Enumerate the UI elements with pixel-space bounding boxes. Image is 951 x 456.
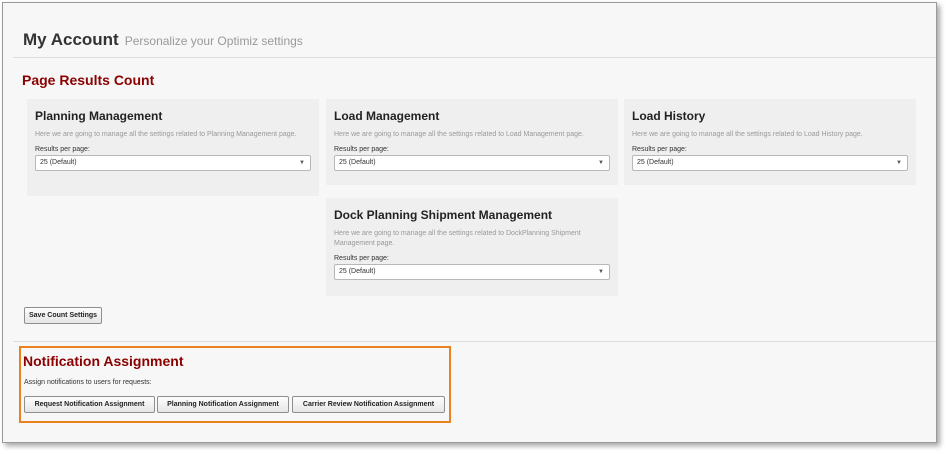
app-window: My Account Personalize your Optimiz sett… xyxy=(2,2,937,443)
results-per-page-select[interactable]: 25 (Default) ▼ xyxy=(632,155,908,171)
notification-description: Assign notifications to users for reques… xyxy=(24,379,152,386)
results-per-page-label: Results per page: xyxy=(334,146,389,153)
select-value: 25 (Default) xyxy=(339,268,376,275)
carrier-review-notification-assignment-button[interactable]: Carrier Review Notification Assignment xyxy=(292,396,445,413)
card-description: Here we are going to manage all the sett… xyxy=(632,131,863,138)
card-load-management: Load Management Here we are going to man… xyxy=(326,99,618,185)
chevron-down-icon: ▼ xyxy=(299,160,305,166)
chevron-down-icon: ▼ xyxy=(598,160,604,166)
select-value: 25 (Default) xyxy=(40,159,77,166)
chevron-down-icon: ▼ xyxy=(896,160,902,166)
card-description: Here we are going to manage all the sett… xyxy=(35,131,297,138)
select-value: 25 (Default) xyxy=(637,159,674,166)
page-title: My Account xyxy=(23,30,119,49)
card-load-history: Load History Here we are going to manage… xyxy=(624,99,916,185)
card-description: Here we are going to manage all the sett… xyxy=(334,230,581,247)
card-title: Dock Planning Shipment Management xyxy=(334,208,553,222)
card-description: Here we are going to manage all the sett… xyxy=(334,131,584,138)
results-per-page-select[interactable]: 25 (Default) ▼ xyxy=(35,155,311,171)
chevron-down-icon: ▼ xyxy=(598,269,604,275)
save-count-settings-button[interactable]: Save Count Settings xyxy=(24,307,103,324)
page-subtitle: Personalize your Optimiz settings xyxy=(124,34,303,48)
select-value: 25 (Default) xyxy=(339,159,376,166)
request-notification-assignment-button[interactable]: Request Notification Assignment xyxy=(24,396,155,413)
page-results-title: Page Results Count xyxy=(22,72,155,88)
card-title: Load Management xyxy=(334,109,440,123)
results-per-page-select[interactable]: 25 (Default) ▼ xyxy=(334,264,610,280)
results-per-page-select[interactable]: 25 (Default) ▼ xyxy=(334,155,610,171)
results-per-page-label: Results per page: xyxy=(35,146,90,153)
planning-notification-assignment-button[interactable]: Planning Notification Assignment xyxy=(157,396,289,413)
results-per-page-label: Results per page: xyxy=(334,255,389,262)
card-planning-management: Planning Management Here we are going to… xyxy=(27,99,319,196)
results-per-page-label: Results per page: xyxy=(632,146,687,153)
page-header: My Account Personalize your Optimiz sett… xyxy=(23,30,303,50)
notification-assignment-title: Notification Assignment xyxy=(23,353,184,369)
card-title: Planning Management xyxy=(35,109,163,123)
card-dock-planning-shipment-management: Dock Planning Shipment Management Here w… xyxy=(326,198,618,296)
section-divider xyxy=(13,341,936,342)
header-divider xyxy=(13,57,936,58)
card-title: Load History xyxy=(632,109,706,123)
